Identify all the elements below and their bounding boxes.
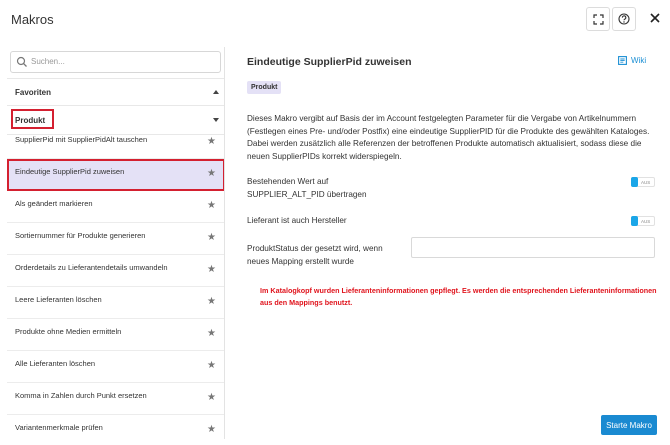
macro-item-label: Sortiernummer für Produkte generieren bbox=[15, 231, 146, 240]
macro-item[interactable]: Komma in Zahlen durch Punkt ersetzen ★ bbox=[7, 383, 224, 415]
star-icon[interactable]: ★ bbox=[207, 393, 216, 403]
star-icon[interactable]: ★ bbox=[207, 201, 216, 211]
option-hersteller-label: Lieferant ist auch Hersteller bbox=[247, 216, 347, 225]
toggle-state: AUS bbox=[641, 218, 651, 224]
option-alt-pid-line2: SUPPLIER_ALT_PID übertragen bbox=[247, 189, 367, 199]
macro-item-label: Orderdetails zu Lieferantendetails umwan… bbox=[15, 263, 168, 272]
hersteller-toggle[interactable]: AUS bbox=[631, 216, 655, 226]
close-icon bbox=[650, 13, 660, 23]
macro-item-active[interactable]: Eindeutige SupplierPid zuweisen ★ bbox=[7, 159, 224, 191]
warning-message: Im Katalogkopf wurden Lieferanteninforma… bbox=[260, 286, 657, 307]
star-icon[interactable]: ★ bbox=[207, 297, 216, 307]
macro-item[interactable]: Leere Lieferanten löschen ★ bbox=[7, 287, 224, 319]
macro-item-label: Variantenmerkmale prüfen bbox=[15, 423, 103, 432]
alt-pid-toggle[interactable]: AUS bbox=[631, 177, 655, 187]
wiki-link[interactable]: Wiki bbox=[618, 56, 646, 65]
option-alt-pid-line1: Bestehenden Wert auf bbox=[247, 177, 329, 186]
close-button[interactable] bbox=[645, 8, 665, 28]
help-button[interactable] bbox=[612, 7, 636, 31]
window-title: Makros bbox=[11, 12, 54, 27]
star-icon[interactable]: ★ bbox=[207, 361, 216, 371]
chevron-up-icon bbox=[213, 90, 219, 94]
section-favoriten-label: Favoriten bbox=[15, 88, 52, 97]
macro-description: Dieses Makro vergibt auf Basis der im Ac… bbox=[247, 114, 650, 161]
macro-item[interactable]: Alle Lieferanten löschen ★ bbox=[7, 351, 224, 383]
help-icon bbox=[618, 13, 630, 25]
macro-title: Eindeutige SupplierPid zuweisen bbox=[247, 56, 412, 68]
macro-item[interactable]: Produkte ohne Medien ermitteln ★ bbox=[7, 319, 224, 351]
category-badge: Produkt bbox=[247, 81, 282, 94]
produktstatus-label: ProduktStatus der gesetzt wird, wenn neu… bbox=[247, 243, 383, 268]
macro-item-label: Alle Lieferanten löschen bbox=[15, 359, 96, 368]
macro-item-label: Leere Lieferanten löschen bbox=[15, 295, 102, 304]
start-macro-button[interactable]: Starte Makro bbox=[601, 415, 657, 435]
macro-item-label: Produkte ohne Medien ermitteln bbox=[15, 327, 122, 336]
option-alt-pid-label: Bestehenden Wert auf SUPPLIER_ALT_PID üb… bbox=[247, 176, 367, 201]
macro-item-label: Eindeutige SupplierPid zuweisen bbox=[15, 167, 125, 176]
toggle-knob bbox=[631, 177, 638, 187]
book-icon bbox=[618, 56, 627, 65]
section-produkt-label: Produkt bbox=[15, 116, 46, 125]
macro-item-label: Komma in Zahlen durch Punkt ersetzen bbox=[15, 391, 147, 400]
star-icon[interactable]: ★ bbox=[207, 233, 216, 243]
search-icon bbox=[16, 56, 27, 67]
star-icon[interactable]: ★ bbox=[207, 425, 216, 435]
macro-item[interactable]: Variantenmerkmale prüfen ★ bbox=[7, 415, 224, 439]
fullscreen-icon bbox=[592, 13, 604, 25]
toggle-state: AUS bbox=[641, 179, 651, 185]
chevron-down-icon bbox=[213, 118, 219, 122]
star-icon[interactable]: ★ bbox=[207, 329, 216, 339]
fullscreen-button[interactable] bbox=[586, 7, 610, 31]
star-icon[interactable]: ★ bbox=[207, 137, 216, 147]
macro-item[interactable]: SupplierPid mit SupplierPidAlt tauschen ★ bbox=[7, 127, 224, 159]
produktstatus-line1: ProduktStatus der gesetzt wird, wenn bbox=[247, 244, 383, 253]
macro-item-label: SupplierPid mit SupplierPidAlt tauschen bbox=[15, 135, 148, 144]
produktstatus-line2: neues Mapping erstellt wurde bbox=[247, 256, 354, 266]
produktstatus-input[interactable] bbox=[411, 237, 655, 258]
star-icon[interactable]: ★ bbox=[207, 265, 216, 275]
wiki-label: Wiki bbox=[631, 56, 647, 65]
search-field[interactable]: Suchen... bbox=[10, 51, 221, 73]
toggle-knob bbox=[631, 216, 638, 226]
macro-item[interactable]: Orderdetails zu Lieferantendetails umwan… bbox=[7, 255, 224, 287]
star-icon[interactable]: ★ bbox=[207, 169, 216, 179]
macro-item[interactable]: Sortiernummer für Produkte generieren ★ bbox=[7, 223, 224, 255]
macro-sidebar: Suchen... Favoriten Produkt SupplierPid … bbox=[7, 47, 225, 439]
macro-item-label: Als geändert markieren bbox=[15, 199, 93, 208]
section-favoriten[interactable]: Favoriten bbox=[7, 78, 224, 106]
title-bar: Makros bbox=[0, 0, 670, 38]
search-placeholder: Suchen... bbox=[31, 57, 65, 66]
macro-item[interactable]: Als geändert markieren ★ bbox=[7, 191, 224, 223]
macro-detail: Eindeutige SupplierPid zuweisen Wiki Pro… bbox=[247, 47, 662, 439]
